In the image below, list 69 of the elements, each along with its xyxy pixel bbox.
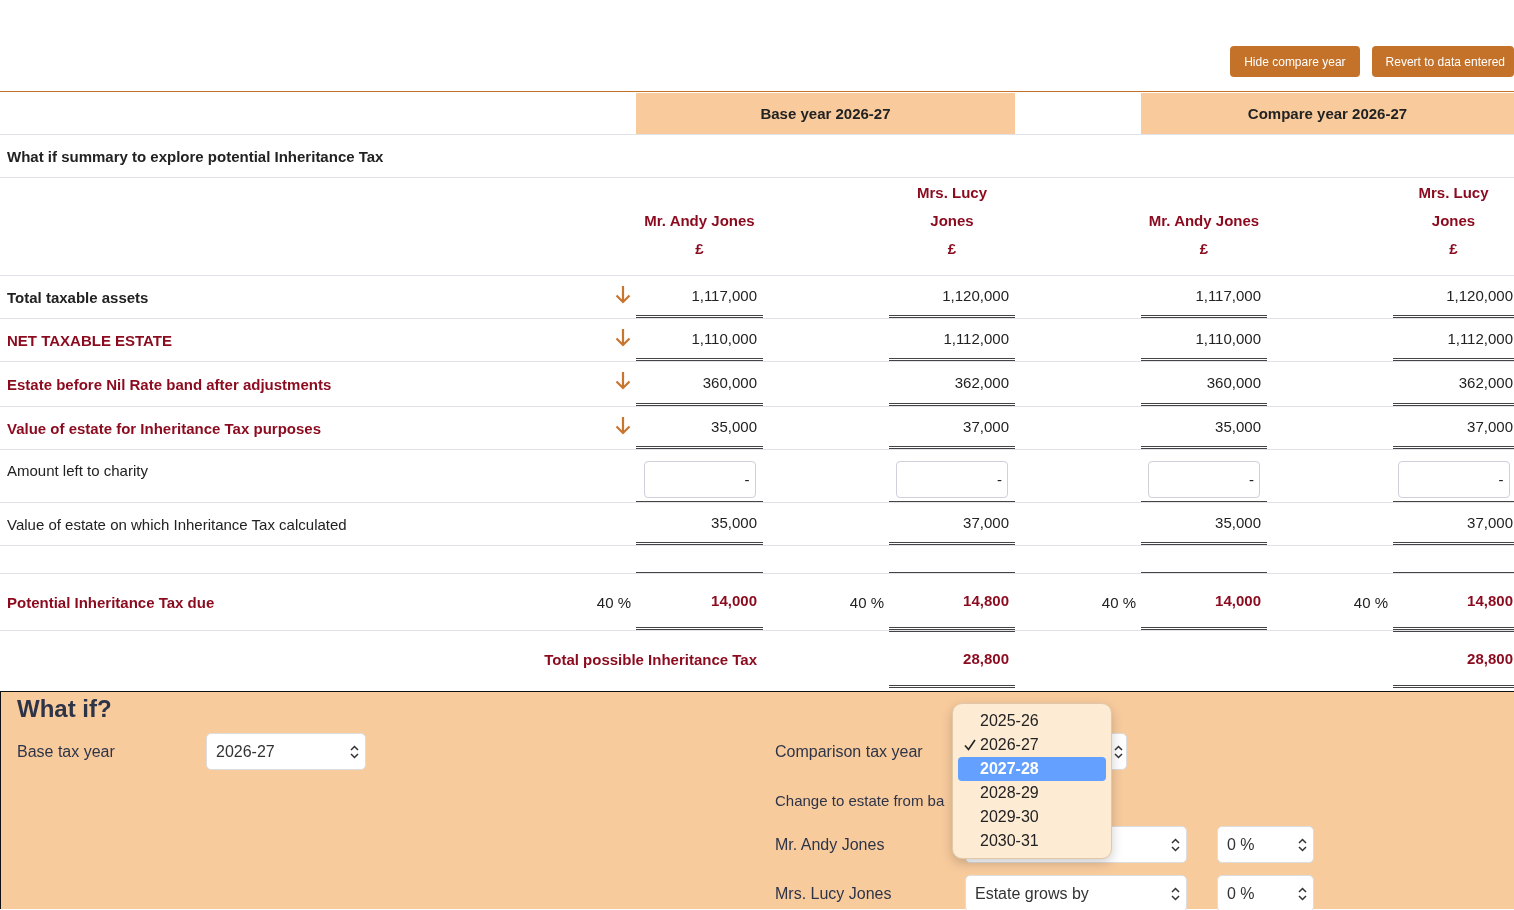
dropdown-option[interactable]: 2025-26	[958, 709, 1106, 733]
currency-symbol: £	[1449, 239, 1458, 259]
input-field[interactable]: -	[896, 461, 1008, 498]
change-select[interactable]: Estate grows by	[965, 875, 1187, 910]
amount: 1,112,000	[943, 330, 1009, 347]
dropdown-option[interactable]: 2030-31	[958, 829, 1106, 853]
amount: 1,117,000	[691, 287, 757, 304]
row-label: Potential Inheritance Tax due	[7, 593, 215, 611]
amount: 28,800	[963, 650, 1009, 667]
tax-rate: 40 %	[596, 593, 631, 611]
amount: 37,000	[963, 514, 1009, 531]
amount: 360,000	[702, 374, 757, 391]
amount: 14,800	[963, 592, 1009, 609]
amount: 14,000	[711, 592, 757, 609]
amount: 1,120,000	[942, 287, 1009, 304]
column-header: Mrs. Lucy Jones	[1417, 183, 1490, 231]
tax-rate: 40 %	[1353, 593, 1388, 611]
table-title: What if summary to explore potential Inheritance Tax	[6, 146, 385, 167]
dropdown-option[interactable]: 2026-27	[958, 733, 1106, 757]
field-label: Comparison tax year	[775, 742, 924, 761]
row-label: Estate before Nil Rate band after adjustments	[7, 375, 332, 393]
amount: 35,000	[711, 514, 757, 531]
input-field[interactable]: -	[1148, 461, 1260, 498]
amount: 37,000	[1467, 418, 1513, 435]
amount: 1,112,000	[1447, 330, 1513, 347]
currency-symbol: £	[947, 239, 957, 259]
amount: 35,000	[1215, 418, 1261, 435]
input-field[interactable]: -	[1397, 461, 1510, 498]
amount: 1,120,000	[1446, 287, 1513, 304]
percent-select[interactable]: 0 %	[1217, 875, 1314, 910]
column-header: Mrs. Lucy Jones	[916, 183, 988, 231]
row-label: Value of estate for Inheritance Tax purposes	[7, 419, 321, 437]
row-label: NET TAXABLE ESTATE	[7, 331, 172, 349]
amount: 1,110,000	[691, 330, 757, 347]
field-label: Mr. Andy Jones	[775, 835, 886, 854]
section-title: What if?	[17, 695, 112, 723]
year-header: Compare year 2026-27	[1141, 93, 1514, 134]
amount: 37,000	[1467, 514, 1513, 531]
column-header: Mr. Andy Jones	[644, 211, 755, 231]
input-field[interactable]: -	[643, 461, 756, 498]
tax-year-select[interactable]: 2026-27	[206, 733, 366, 770]
amount: 35,000	[1215, 514, 1261, 531]
field-label: Base tax year	[17, 742, 116, 761]
amount: 37,000	[963, 418, 1009, 435]
row-label: Total taxable assets	[7, 288, 149, 306]
total-caption: Total possible Inheritance Tax	[544, 651, 757, 668]
toolbar-button[interactable]: Revert to data entered	[1371, 46, 1514, 77]
amount: 35,000	[711, 418, 757, 435]
field-label: Change to estate from ba	[775, 791, 945, 809]
amount: 14,800	[1467, 592, 1513, 609]
year-header: Base year 2026-27	[636, 93, 1015, 134]
currency-symbol: £	[695, 239, 704, 259]
currency-symbol: £	[1199, 239, 1209, 259]
amount: 28,800	[1467, 650, 1513, 667]
tax-rate: 40 %	[849, 593, 884, 611]
row-label: Amount left to charity	[7, 462, 148, 479]
dropdown-option[interactable]: 2029-30	[958, 805, 1106, 829]
amount: 360,000	[1206, 374, 1261, 391]
row-label: Value of estate on which Inheritance Tax calculated	[7, 515, 347, 533]
dropdown-option[interactable]: 2028-29	[958, 781, 1106, 805]
amount: 1,110,000	[1195, 330, 1261, 347]
tax-rate: 40 %	[1101, 593, 1136, 611]
column-header: Mr. Andy Jones	[1148, 211, 1260, 231]
amount: 14,000	[1215, 592, 1261, 609]
amount: 362,000	[954, 374, 1009, 391]
amount: 362,000	[1458, 374, 1513, 391]
percent-select[interactable]: 0 %	[1217, 826, 1314, 863]
amount: 1,117,000	[1195, 287, 1261, 304]
field-label: Mrs. Lucy Jones	[775, 884, 893, 903]
